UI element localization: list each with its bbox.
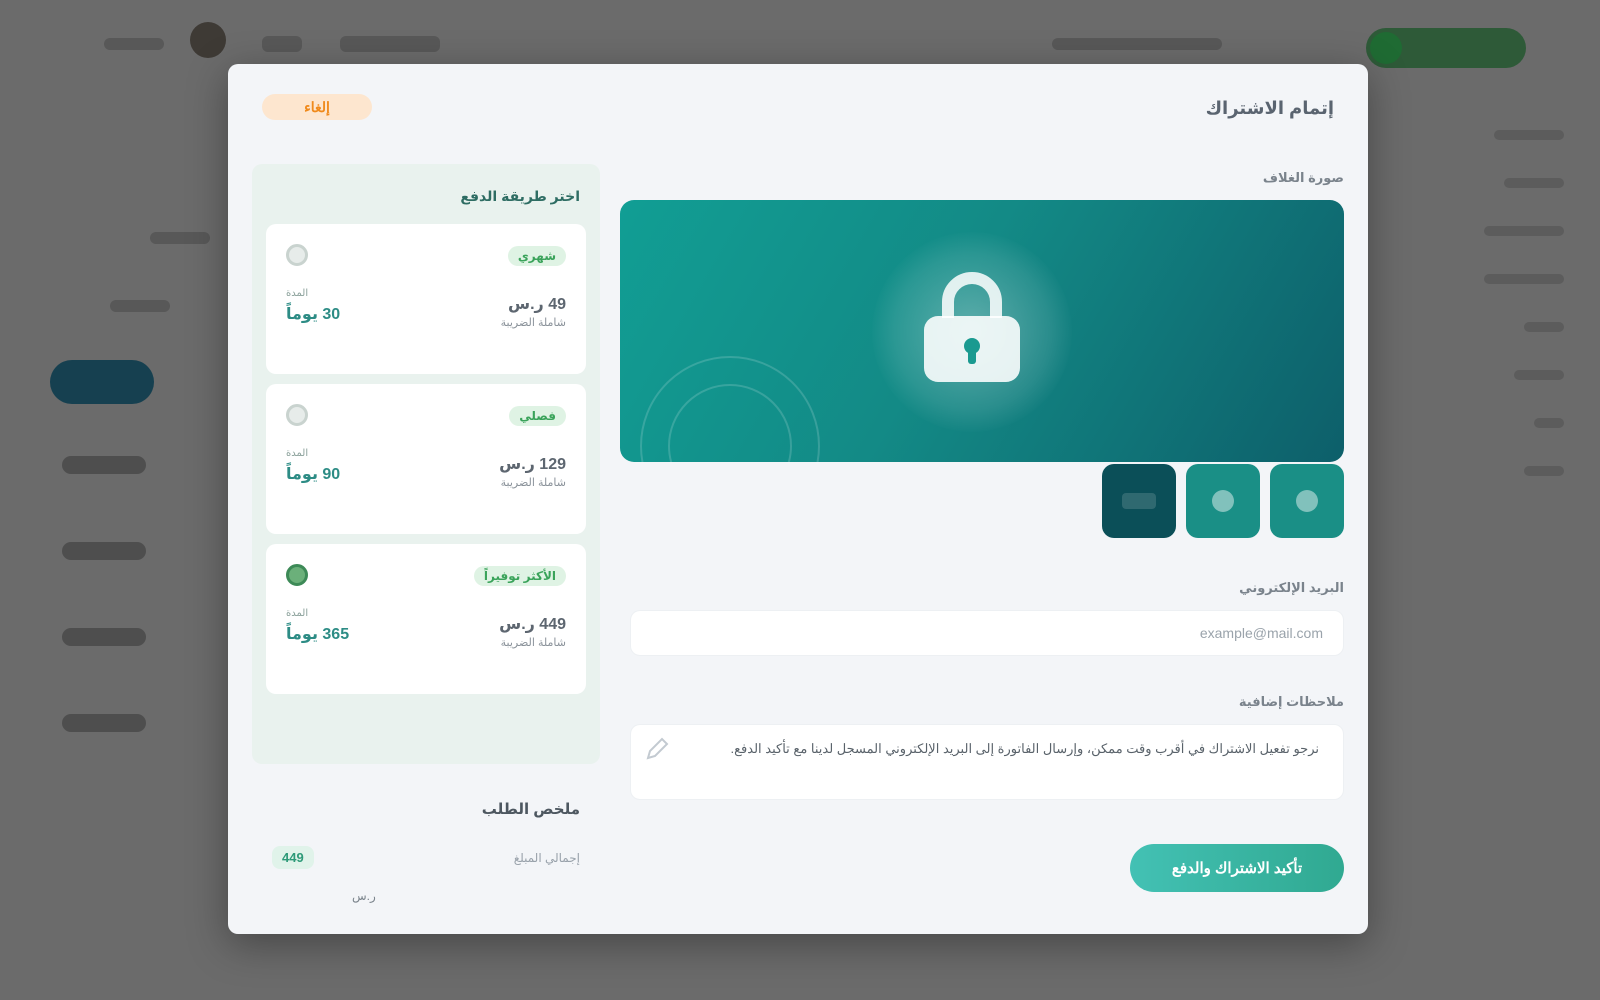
plan-price-value: 129 ر.س <box>499 456 566 473</box>
plan-duration: 365 يوماً <box>286 626 350 643</box>
notes-label: ملاحظات إضافية <box>1238 694 1344 709</box>
cover-thumbnail-preview <box>1212 490 1234 512</box>
modal-title: إتمام الاشتراك <box>1205 98 1334 118</box>
background-nav-item <box>62 542 146 560</box>
plan-price-note: شاملة الضريبة <box>500 637 566 649</box>
summary-total-value: 449 <box>272 846 314 869</box>
summary-title: ملخص الطلب <box>481 801 580 818</box>
plan-badge: الأكثر توفيراً <box>473 566 566 586</box>
background-avatar <box>190 22 226 58</box>
payment-heading: اختر طريقة الدفع <box>266 178 586 214</box>
radio-checked-icon[interactable] <box>286 564 308 586</box>
background-side-item <box>1494 130 1564 140</box>
plan-duration-caption: المدة <box>286 608 309 619</box>
cover-thumbnail-preview <box>1122 493 1156 509</box>
background-nav-item <box>62 456 146 474</box>
payment-options-panel: اختر طريقة الدفع شهري المدة 30 يوماً 49 … <box>252 164 600 764</box>
pen-icon <box>646 737 669 760</box>
radio-icon[interactable] <box>286 244 308 266</box>
background-brand-badge <box>1366 28 1526 68</box>
plan-price-value: 449 ر.س <box>499 616 566 633</box>
plan-duration-caption: المدة <box>286 288 309 299</box>
plan-option-selected[interactable]: الأكثر توفيراً المدة 365 يوماً 449 ر.س ش… <box>266 544 586 694</box>
cover-thumbnails <box>1102 464 1344 538</box>
cover-thumbnail-preview <box>1296 490 1318 512</box>
background-side-item <box>1484 226 1564 236</box>
plan-duration: 90 يوماً <box>286 466 341 483</box>
background-side-item <box>1514 370 1564 380</box>
email-label: البريد الإلكتروني <box>1239 580 1344 595</box>
plan-price-note: شاملة الضريبة <box>500 477 566 489</box>
plan-price: 449 ر.س شاملة الضريبة <box>499 616 566 652</box>
cover-preview <box>620 200 1344 462</box>
order-summary: ملخص الطلب 449 إجمالي المبلغ ر.س <box>252 784 600 934</box>
background-side-item <box>1504 178 1564 188</box>
plan-badge: فصلي <box>509 406 566 426</box>
lock-icon <box>924 272 1020 382</box>
background-topbar-item <box>104 38 164 50</box>
subscription-modal: إلغاء إتمام الاشتراك اختر طريقة الدفع شه… <box>228 64 1368 934</box>
cover-label: صورة الغلاف <box>1262 170 1344 185</box>
background-topbar-item <box>1052 38 1222 50</box>
background-side-item <box>1484 274 1564 284</box>
radio-icon[interactable] <box>286 404 308 426</box>
plan-duration: 30 يوماً <box>286 306 341 323</box>
background-brand-icon <box>1370 32 1402 64</box>
plan-duration-caption: المدة <box>286 448 309 459</box>
plan-option[interactable]: فصلي المدة 90 يوماً 129 ر.س شاملة الضريب… <box>266 384 586 534</box>
background-side-item <box>1534 418 1564 428</box>
background-topbar-item <box>340 36 440 52</box>
cover-thumbnail[interactable] <box>1270 464 1344 538</box>
plan-price: 129 ر.س شاملة الضريبة <box>499 456 566 492</box>
summary-total-label: إجمالي المبلغ <box>513 850 580 865</box>
background-side-item <box>1524 322 1564 332</box>
cover-thumbnail[interactable] <box>1102 464 1176 538</box>
email-field[interactable] <box>630 610 1344 656</box>
form-column: صورة الغلاف البريد الإلكتروني ملاحظات إض… <box>620 164 1344 924</box>
background-nav-item <box>110 300 170 312</box>
notes-textarea[interactable]: نرجو تفعيل الاشتراك في أقرب وقت ممكن، وإ… <box>630 724 1344 800</box>
background-nav-item <box>62 628 146 646</box>
plan-option[interactable]: شهري المدة 30 يوماً 49 ر.س شاملة الضريبة <box>266 224 586 374</box>
submit-button[interactable]: تأكيد الاشتراك والدفع <box>1130 844 1344 892</box>
plan-price-value: 49 ر.س <box>508 296 566 313</box>
payment-heading-text: اختر طريقة الدفع <box>460 187 580 204</box>
summary-currency: ر.س <box>352 889 376 903</box>
plan-price-note: شاملة الضريبة <box>500 317 566 329</box>
payment-column: اختر طريقة الدفع شهري المدة 30 يوماً 49 … <box>252 164 600 934</box>
background-nav-active <box>50 360 154 404</box>
plan-price: 49 ر.س شاملة الضريبة <box>501 296 566 332</box>
cover-thumbnail[interactable] <box>1186 464 1260 538</box>
background-nav-item <box>62 714 146 732</box>
background-side-item <box>1524 466 1564 476</box>
background-topbar <box>0 24 1600 68</box>
background-nav-item <box>150 232 210 244</box>
plan-badge: شهري <box>507 246 566 266</box>
summary-row: 449 إجمالي المبلغ <box>272 846 580 869</box>
background-topbar-item <box>262 36 302 52</box>
cancel-button[interactable]: إلغاء <box>262 94 372 120</box>
